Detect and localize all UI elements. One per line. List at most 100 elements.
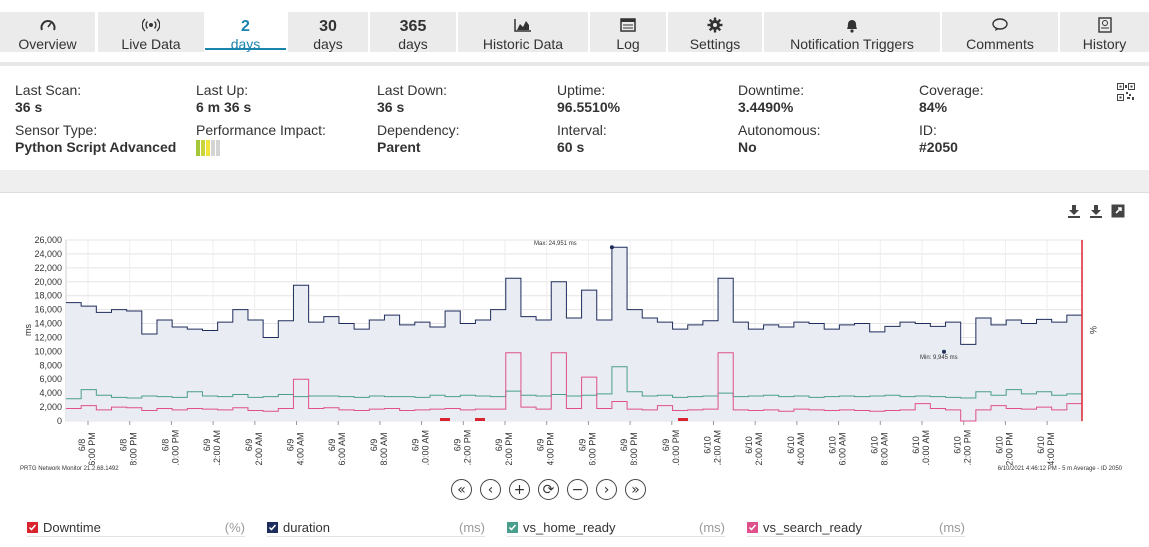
info-value: 84% — [919, 99, 948, 115]
tab-bar: Overview Live Data 2 days 30 days 365 da… — [0, 0, 1149, 52]
checkmark-icon — [748, 524, 757, 531]
info-value[interactable]: Parent — [377, 139, 460, 155]
y-tick-label: 22,000 — [34, 263, 62, 273]
x-tick-date: 6/9 — [327, 439, 337, 452]
max-annotation: Max: 24,951 ms — [534, 241, 577, 247]
zoom-out-button[interactable]: − — [567, 479, 588, 500]
info-value: 6 m 36 s — [196, 99, 252, 115]
chevron-right-button[interactable]: › — [596, 479, 617, 500]
download-icon[interactable] — [1067, 204, 1081, 218]
legend-checkbox[interactable] — [747, 522, 758, 533]
info-coverage: Coverage: 84% — [919, 82, 984, 115]
info-autonomous: Autonomous: No — [738, 122, 821, 155]
legend-item-duration[interactable]: duration (ms) — [267, 519, 485, 537]
tab-2-days[interactable]: 2 days — [205, 12, 286, 52]
info-id: ID: #2050 — [919, 122, 958, 155]
tab-historic-data[interactable]: Historic Data — [458, 12, 588, 52]
tab-notification-triggers[interactable]: Notification Triggers — [764, 12, 940, 52]
tab-settings[interactable]: Settings — [668, 12, 762, 52]
history-icon — [1060, 17, 1149, 33]
x-axis-ticks: 6/8 6:00 PM 6/8 8:00 PM 6/8 10:00 PM 6/9 12:00 … — [77, 421, 1056, 465]
x-tick-time: 12:00 AM — [713, 430, 723, 465]
perf-bar — [211, 140, 215, 156]
tab-number: 30 — [319, 18, 337, 35]
x-tick-time: 12:00 PM — [462, 430, 472, 465]
x-tick-date: 6/8 — [160, 439, 170, 452]
info-sensor-type: Sensor Type: Python Script Advanced — [15, 122, 176, 155]
sensor-graph[interactable]: 26,000 24,000 22,000 20,000 18,000 16,000 14,0… — [0, 230, 1149, 465]
x-tick-label: 6/9 10:00 PM — [661, 430, 681, 465]
x-tick-label: 6/10 10:00 AM — [911, 430, 931, 465]
x-tick-label: 6/10 12:00 AM — [703, 430, 723, 465]
reset-zoom-button[interactable]: ⟳ — [538, 479, 559, 500]
x-tick-label: 6/8 8:00 PM — [119, 432, 139, 465]
expand-icon[interactable] — [1111, 204, 1125, 218]
double-chevron-left-button[interactable]: « — [451, 479, 472, 500]
tab-label: Log — [616, 36, 640, 52]
x-tick-date: 6/10 — [744, 436, 754, 454]
x-tick-label: 6/10 4:00 AM — [786, 432, 806, 465]
checkmark-icon — [508, 524, 517, 531]
legend-unit: (ms) — [699, 520, 725, 535]
info-downtime: Downtime: 3.4490% — [738, 82, 804, 115]
zoom-in-button[interactable]: + — [509, 479, 530, 500]
min-point — [942, 349, 946, 354]
info-value: No — [738, 139, 757, 155]
info-label: Last Down: — [377, 82, 448, 98]
tab-live-data[interactable]: Live Data — [98, 12, 204, 52]
y-tick-label: 4,000 — [39, 388, 62, 398]
info-last-down: Last Down: 36 s — [377, 82, 447, 115]
tab-history[interactable]: History — [1060, 12, 1149, 52]
legend-item-vs_search_ready[interactable]: vs_search_ready (ms) — [747, 519, 965, 537]
legend-checkbox[interactable] — [507, 522, 518, 533]
y-tick-label: 0 — [57, 416, 62, 426]
x-tick-label: 6/10 2:00 PM — [994, 432, 1014, 465]
y-axis-ticks: 26,000 24,000 22,000 20,000 18,000 16,000 14,0… — [34, 235, 62, 426]
legend-checkbox[interactable] — [267, 522, 278, 533]
info-last-scan: Last Scan: 36 s — [15, 82, 81, 115]
x-tick-time: 2:00 AM — [754, 432, 764, 465]
tab-label: Historic Data — [482, 36, 564, 52]
x-tick-date: 6/8 — [119, 439, 129, 452]
info-dependency: Dependency: Parent — [377, 122, 460, 155]
x-tick-label: 6/10 4:00 PM — [1036, 432, 1056, 465]
info-performance-impact: Performance Impact: — [196, 122, 326, 156]
download-csv-icon[interactable] — [1089, 204, 1103, 218]
gear-icon — [668, 17, 762, 33]
chevron-left-button[interactable]: ‹ — [480, 479, 501, 500]
x-tick-time: 12:00 AM — [212, 430, 222, 465]
downtime-marker — [440, 418, 450, 421]
tab-label: days — [398, 36, 428, 52]
legend-item-downtime[interactable]: Downtime (%) — [27, 519, 245, 537]
tab-label: Comments — [966, 36, 1034, 52]
legend-checkbox[interactable] — [27, 522, 38, 533]
info-label: Performance Impact: — [196, 122, 326, 138]
x-tick-time: 4:00 PM — [1046, 432, 1056, 465]
y-tick-label: 10,000 — [34, 346, 62, 356]
x-tick-date: 6/9 — [244, 439, 254, 452]
zoom-out-icon: − — [571, 481, 584, 498]
y-axis-label-left: ms — [23, 324, 33, 336]
info-label: ID: — [919, 122, 937, 138]
info-label: Coverage: — [919, 82, 984, 98]
y-axis-label-right: % — [1088, 326, 1098, 334]
gauge-icon — [0, 17, 95, 33]
info-value: #2050 — [919, 139, 958, 155]
info-label: Autonomous: — [738, 122, 821, 138]
tab-overview[interactable]: Overview — [0, 12, 95, 52]
x-tick-label: 6/9 12:00 AM — [202, 430, 222, 465]
x-tick-label: 6/10 8:00 AM — [869, 432, 889, 465]
max-point — [609, 245, 614, 250]
qr-code-icon[interactable] — [1117, 83, 1135, 101]
tab-30-days[interactable]: 30 days — [288, 12, 368, 52]
info-value: 36 s — [15, 99, 43, 115]
legend-name: vs_home_ready — [523, 520, 616, 535]
legend-item-vs_home_ready[interactable]: vs_home_ready (ms) — [507, 519, 725, 537]
tab-label: Notification Triggers — [790, 36, 914, 52]
broadcast-icon — [98, 17, 204, 33]
tab-365-days[interactable]: 365 days — [370, 12, 456, 52]
chevron-left-icon: ‹ — [487, 481, 494, 498]
tab-comments[interactable]: Comments — [942, 12, 1058, 52]
double-chevron-right-button[interactable]: » — [625, 479, 646, 500]
tab-log[interactable]: Log — [590, 12, 666, 52]
